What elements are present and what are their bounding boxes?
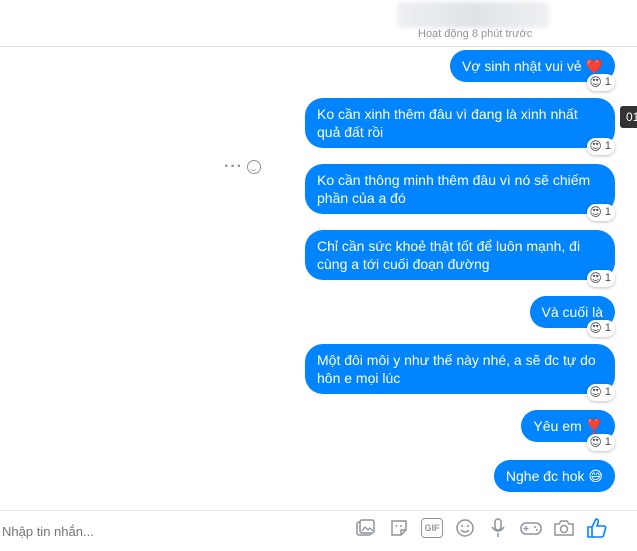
- message-row: Nghe đc hok 😅: [493, 460, 615, 492]
- reaction-badge[interactable]: 😍 1: [587, 74, 615, 91]
- message-bubble[interactable]: Chỉ cần sức khoẻ thật tốt để luôn mạnh, …: [305, 230, 615, 280]
- reaction-badge[interactable]: 😍 1: [587, 138, 615, 155]
- message-row: Và cuối là 😍 1: [529, 296, 615, 337]
- message-row: Yêu em ❣️ 😍 1: [521, 410, 615, 451]
- blurred-contact-name: [397, 2, 549, 28]
- message-row: Chỉ cần sức khoẻ thật tốt để luôn mạnh, …: [305, 230, 615, 287]
- message-row: Vợ sinh nhật vui vẻ ❤️ 😍 1: [449, 50, 615, 91]
- message-list[interactable]: Vợ sinh nhật vui vẻ ❤️ 😍 1 Ko cần xinh t…: [0, 46, 637, 506]
- message-row: Một đôi môi y như thế này nhé, a sẽ đc t…: [305, 344, 615, 401]
- reaction-badge[interactable]: 😍 1: [587, 270, 615, 287]
- reaction-badge[interactable]: 😍 1: [587, 434, 615, 451]
- message-row: Ko cần xinh thêm đâu vì đang là xinh nhấ…: [305, 98, 615, 155]
- reaction-count: 1: [604, 272, 611, 284]
- reaction-badge[interactable]: 😍 1: [587, 204, 615, 221]
- reaction-count: 1: [604, 140, 611, 152]
- reaction-count: 1: [604, 76, 611, 88]
- gif-label: GIF: [421, 518, 443, 538]
- heart-eyes-emoji-icon: 😍: [589, 385, 602, 399]
- message-bubble[interactable]: Ko cần thông minh thêm đâu vì nó sẽ chiế…: [305, 164, 615, 214]
- message-bubble[interactable]: Ko cần xinh thêm đâu vì đang là xinh nhấ…: [305, 98, 615, 148]
- microphone-icon[interactable]: [487, 517, 509, 539]
- message-bubble[interactable]: Một đôi môi y như thế này nhé, a sẽ đc t…: [305, 344, 615, 394]
- message-actions: ···: [224, 158, 261, 176]
- heart-eyes-emoji-icon: 😍: [589, 139, 602, 153]
- add-reaction-icon[interactable]: [246, 160, 261, 174]
- reaction-count: 1: [604, 322, 611, 334]
- composer-toolbar: GIF: [355, 517, 608, 539]
- game-controller-icon[interactable]: [520, 517, 542, 539]
- message-composer: GIF: [0, 510, 637, 551]
- reaction-count: 1: [604, 436, 611, 448]
- timestamp-tooltip: 01: [620, 106, 637, 128]
- heart-eyes-emoji-icon: 😍: [589, 321, 602, 335]
- message-row: Ko cần thông minh thêm đâu vì nó sẽ chiế…: [305, 164, 615, 221]
- more-options-icon[interactable]: ···: [224, 158, 243, 176]
- heart-eyes-emoji-icon: 😍: [589, 75, 602, 89]
- emoji-icon[interactable]: [454, 517, 476, 539]
- heart-eyes-emoji-icon: 😍: [589, 435, 602, 449]
- heart-eyes-emoji-icon: 😍: [589, 205, 602, 219]
- photo-icon[interactable]: [355, 517, 377, 539]
- like-icon[interactable]: [586, 517, 608, 539]
- message-input[interactable]: [0, 511, 354, 551]
- heart-eyes-emoji-icon: 😍: [589, 271, 602, 285]
- reaction-badge[interactable]: 😍 1: [587, 320, 615, 337]
- camera-icon[interactable]: [553, 517, 575, 539]
- reaction-count: 1: [604, 386, 611, 398]
- reaction-count: 1: [604, 206, 611, 218]
- reaction-badge[interactable]: 😍 1: [587, 384, 615, 401]
- active-status: Hoạt động 8 phút trước: [418, 28, 533, 40]
- gif-icon[interactable]: GIF: [421, 517, 443, 539]
- conversation-header: Hoạt động 8 phút trước: [0, 0, 637, 47]
- message-bubble[interactable]: Nghe đc hok 😅: [493, 460, 615, 492]
- sticker-icon[interactable]: [388, 517, 410, 539]
